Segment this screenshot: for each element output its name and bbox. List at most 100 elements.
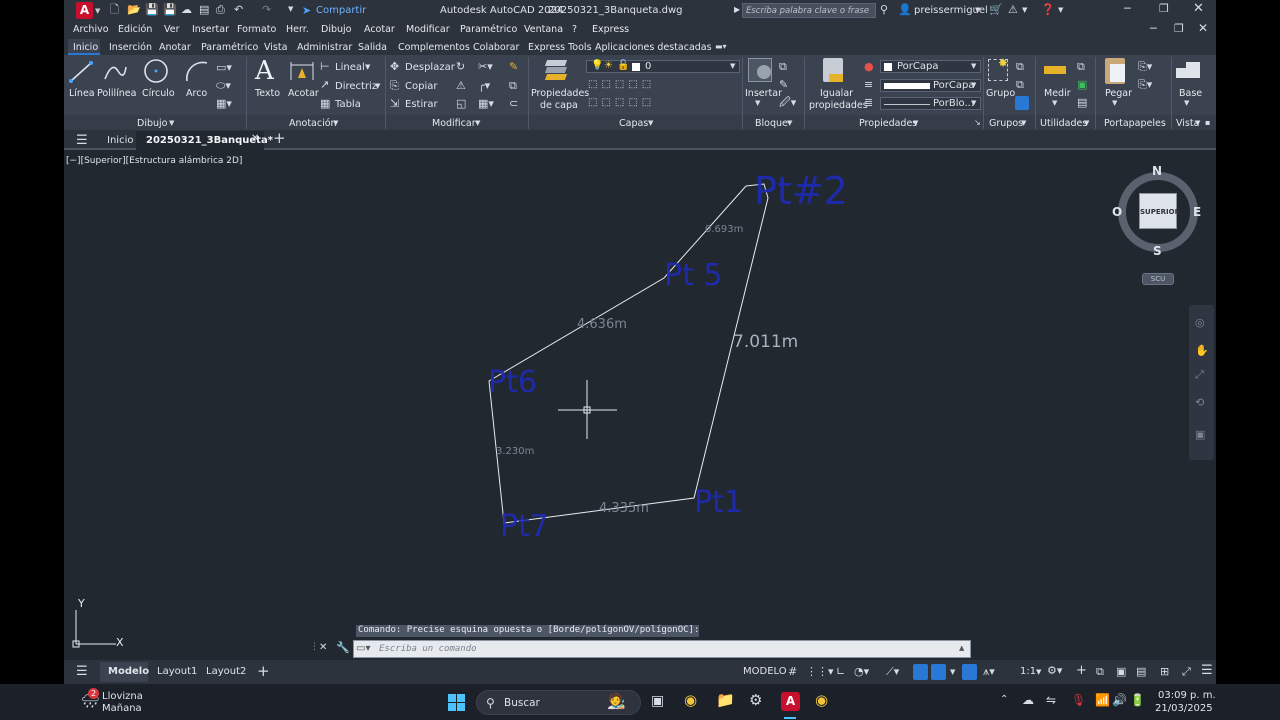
leader-chevron-icon[interactable]: ▼ — [375, 83, 380, 90]
lock-ui-icon[interactable]: ▤ — [1136, 666, 1146, 677]
mirror-icon[interactable]: ⚠ — [456, 80, 466, 91]
ungroup-icon[interactable]: ⧉ — [1016, 61, 1024, 72]
viewcube-north[interactable]: N — [1152, 165, 1162, 177]
trim-icon[interactable]: ✂▾ — [478, 61, 493, 72]
id-point-icon[interactable]: ▤ — [1077, 97, 1087, 108]
insert-chevron-icon[interactable]: ▼ — [755, 100, 760, 107]
units-icon[interactable]: ⧉ — [1096, 666, 1104, 677]
linetype-icon[interactable]: ≣ — [864, 97, 873, 108]
connect-chevron-icon[interactable]: ▼ — [1022, 7, 1027, 14]
layout-tab-model[interactable]: Modelo — [108, 665, 149, 679]
lineweight-dropdown[interactable]: PorCapa ▼ — [880, 79, 981, 92]
move-icon[interactable]: ✥ — [390, 61, 399, 72]
erase-icon[interactable]: ✎ — [509, 61, 518, 72]
color-wheel-icon[interactable]: ● — [864, 61, 874, 72]
explode-icon[interactable]: ⧉ — [509, 80, 517, 91]
autocad-logo-icon[interactable]: A — [76, 2, 93, 19]
insert-block-icon[interactable] — [748, 58, 772, 82]
rectangle-icon[interactable]: ▭▾ — [216, 62, 232, 73]
group-dibujo-chevron-icon[interactable]: ▼ — [169, 120, 174, 127]
tray-chevron-icon[interactable]: ⌃ — [1000, 695, 1008, 705]
match-properties-line1[interactable]: Igualar — [820, 88, 853, 99]
tab-anotar[interactable]: Anotar — [159, 42, 191, 53]
fillet-icon[interactable]: ╭▾ — [478, 80, 490, 91]
text-icon[interactable]: A — [255, 56, 274, 86]
menu-help[interactable]: ? — [572, 24, 577, 35]
close-icon[interactable]: ✕ — [1193, 2, 1204, 15]
hatch-icon[interactable]: ⬭▾ — [216, 80, 231, 91]
linear-dim-icon[interactable]: ⊢ — [320, 61, 330, 72]
match-properties-icon[interactable] — [823, 58, 843, 82]
group-label-propiedades[interactable]: Propiedades — [859, 118, 917, 129]
web-mobile-icon[interactable]: ☁ — [181, 4, 192, 15]
doc-restore-icon[interactable]: ❐ — [1174, 23, 1184, 34]
group-propiedades-chevron-icon[interactable]: ▼ — [913, 120, 918, 127]
tab-aplicaciones[interactable]: Aplicaciones destacadas — [595, 42, 712, 53]
tab-colaborar[interactable]: Colaborar — [473, 42, 519, 53]
line-button[interactable]: Línea — [69, 88, 95, 99]
weather-condition[interactable]: Llovizna — [102, 692, 143, 702]
match-properties-line2[interactable]: propiedades — [809, 100, 868, 111]
group-icon[interactable]: ✸ — [988, 56, 1008, 81]
menu-archivo[interactable]: Archivo — [73, 24, 109, 35]
help-icon[interactable]: ❓ — [1041, 4, 1055, 15]
search-chevron-icon[interactable]: ▶ — [734, 6, 740, 14]
publish-icon[interactable]: ▤ — [199, 4, 209, 15]
lineweight-icon[interactable]: ≡ — [864, 79, 873, 90]
menu-dibujo[interactable]: Dibujo — [321, 24, 351, 35]
menu-insertar[interactable]: Insertar — [192, 24, 229, 35]
annotation-visibility-icon[interactable] — [962, 664, 977, 680]
circle-button[interactable]: Círculo — [142, 88, 175, 99]
polyline-icon[interactable] — [102, 59, 128, 85]
group-capas-chevron-icon[interactable]: ▼ — [648, 120, 653, 127]
viewcube-face[interactable]: SUPERIOR — [1139, 193, 1180, 229]
group-utilidades-chevron-icon[interactable]: ▼ — [1084, 120, 1089, 127]
menu-edicion[interactable]: Edición — [118, 24, 152, 35]
group-edit-icon[interactable]: ⧉ — [1016, 79, 1024, 90]
text-button[interactable]: Texto — [255, 88, 280, 99]
keyword-search-input[interactable]: Escriba palabra clave o frase — [742, 3, 876, 18]
line-icon[interactable] — [68, 59, 94, 85]
copy-clip-icon[interactable]: ⎘▾ — [1138, 61, 1152, 72]
stretch-icon[interactable]: ⇲ — [390, 98, 399, 109]
polar-icon[interactable]: ◔▾ — [854, 666, 869, 677]
polyline-button[interactable]: Polilínea — [97, 88, 136, 99]
linear-chevron-icon[interactable]: ▼ — [365, 64, 370, 71]
annotation-monitor-icon[interactable]: + — [1076, 664, 1087, 677]
minimize-icon[interactable]: ─ — [1124, 3, 1131, 14]
restore-icon[interactable]: ❐ — [1159, 3, 1169, 14]
leader-icon[interactable]: ↗ — [320, 79, 329, 90]
command-grip-icon[interactable]: ⋮ — [310, 643, 319, 652]
properties-launcher-icon[interactable]: ↘ — [974, 119, 981, 127]
hatch-pattern-icon[interactable]: ▦▾ — [216, 98, 232, 109]
paste-chevron-icon[interactable]: ▼ — [1112, 100, 1117, 107]
tab-express-tools[interactable]: Express Tools — [528, 42, 592, 53]
group-label-modificar[interactable]: Modificar — [432, 118, 476, 129]
ortho-icon[interactable]: ∟ — [836, 666, 845, 677]
ribbon-minimize-icon[interactable]: ▪ — [1205, 119, 1210, 127]
tab-administrar[interactable]: Administrar — [297, 42, 352, 53]
ribbon-options-icon[interactable]: ▬▾ — [715, 43, 727, 51]
user-chevron-icon[interactable]: ▼ — [975, 7, 980, 14]
doc-tab-close-icon[interactable]: ✕ — [251, 134, 259, 144]
viewcube-east[interactable]: E — [1193, 206, 1201, 218]
task-view-icon[interactable]: ▣ — [651, 694, 664, 708]
taskbar-search-box[interactable]: ⚲ Buscar 🧑‍🎨 — [476, 690, 641, 715]
create-block-icon[interactable]: ⧉ — [779, 61, 787, 72]
app-icon[interactable]: ⚙ — [749, 693, 762, 708]
rotate-icon[interactable]: ↻ — [456, 61, 465, 72]
share-button[interactable]: Compartir — [316, 6, 366, 16]
new-file-icon[interactable]: 🗋 — [110, 4, 119, 15]
new-tab-plus-icon[interactable]: + — [273, 131, 286, 146]
print-icon[interactable]: ⎙ — [216, 4, 225, 15]
menu-express[interactable]: Express — [592, 24, 629, 35]
copy-button[interactable]: Copiar — [405, 82, 437, 92]
edit-block-icon[interactable]: ✎ — [779, 79, 788, 90]
osnap-chevron-icon[interactable]: ▼ — [950, 669, 955, 676]
insert-block-button[interactable]: Insertar — [745, 88, 782, 99]
annotation-scale-icon[interactable]: ⩚▾ — [983, 666, 995, 677]
scale-icon[interactable]: ◱ — [456, 98, 466, 109]
grid-icon[interactable]: # — [788, 666, 797, 677]
calculator-icon[interactable]: ▣ — [1077, 79, 1087, 90]
help-chevron-icon[interactable]: ▼ — [1058, 7, 1063, 14]
